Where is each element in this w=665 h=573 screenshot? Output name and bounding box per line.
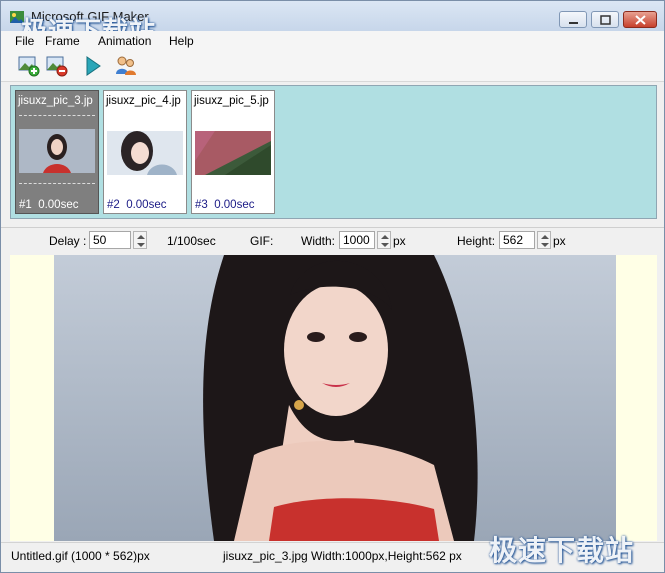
menu-frame[interactable]: Frame bbox=[45, 34, 80, 48]
menu-animation[interactable]: Animation bbox=[98, 34, 151, 48]
window-title: Microsoft GIF Maker bbox=[31, 9, 149, 24]
frame-divider bbox=[19, 115, 95, 116]
title-bar[interactable]: Microsoft GIF Maker 极速下载站 bbox=[1, 1, 664, 47]
status-bar: Untitled.gif (1000 * 562)px jisuxz_pic_3… bbox=[1, 542, 664, 572]
frame-thumbnail bbox=[107, 131, 183, 175]
frame-name: jisuxz_pic_3.jp bbox=[18, 95, 93, 107]
frame-divider bbox=[19, 183, 95, 184]
spinner-arrows-icon bbox=[137, 235, 145, 247]
frame-card-1[interactable]: jisuxz_pic_3.jp #1 0.00sec bbox=[15, 90, 99, 214]
delay-spinner[interactable] bbox=[133, 231, 147, 249]
minimize-button[interactable] bbox=[559, 11, 587, 28]
menu-help[interactable]: Help bbox=[169, 34, 194, 48]
width-label: Width: bbox=[301, 234, 336, 248]
spinner-arrows-icon bbox=[541, 235, 549, 247]
close-button[interactable] bbox=[623, 11, 657, 28]
add-frame-icon[interactable] bbox=[17, 54, 41, 78]
frame-name: jisuxz_pic_5.jp bbox=[194, 95, 269, 107]
frame-info: #3 0.00sec bbox=[195, 199, 255, 211]
status-file-info: Untitled.gif (1000 * 562)px bbox=[11, 549, 150, 563]
app-window: Microsoft GIF Maker 极速下载站 File Frame Ani… bbox=[0, 0, 665, 573]
frame-info: #1 0.00sec bbox=[19, 199, 79, 211]
menu-file[interactable]: File bbox=[15, 34, 34, 48]
frame-name: jisuxz_pic_4.jp bbox=[106, 95, 181, 107]
frame-card-2[interactable]: jisuxz_pic_4.jp #2 0.00sec bbox=[103, 90, 187, 214]
height-spinner[interactable] bbox=[537, 231, 551, 249]
frame-info: #2 0.00sec bbox=[107, 199, 167, 211]
preview-area bbox=[10, 255, 657, 541]
play-icon[interactable] bbox=[81, 54, 105, 78]
height-input[interactable] bbox=[499, 231, 535, 249]
app-icon bbox=[10, 11, 24, 23]
toolbar bbox=[1, 51, 664, 82]
width-input[interactable] bbox=[339, 231, 375, 249]
spinner-arrows-icon bbox=[381, 235, 389, 247]
maximize-icon bbox=[600, 15, 611, 25]
height-label: Height: bbox=[457, 234, 496, 248]
gif-label: GIF: bbox=[250, 234, 274, 248]
frame-settings-bar: Delay : 1/100sec GIF: Width: px Height: … bbox=[1, 227, 664, 254]
preview-image bbox=[54, 255, 616, 541]
frame-thumbnail bbox=[19, 129, 95, 173]
menu-bar: File Frame Animation Help bbox=[1, 31, 664, 51]
width-unit: px bbox=[393, 234, 406, 248]
delay-input[interactable] bbox=[89, 231, 131, 249]
maximize-button[interactable] bbox=[591, 11, 619, 28]
frame-card-3[interactable]: jisuxz_pic_5.jp #3 0.00sec bbox=[191, 90, 275, 214]
delay-unit: 1/100sec bbox=[167, 234, 216, 248]
remove-frame-icon[interactable] bbox=[45, 54, 69, 78]
height-unit: px bbox=[553, 234, 566, 248]
width-spinner[interactable] bbox=[377, 231, 391, 249]
status-frame-info: jisuxz_pic_3.jpg Width:1000px,Height:562… bbox=[223, 549, 462, 563]
users-icon[interactable] bbox=[114, 54, 138, 78]
delay-label: Delay : bbox=[49, 234, 87, 248]
frame-thumbnail bbox=[195, 131, 271, 175]
minimize-icon bbox=[569, 22, 578, 24]
close-icon bbox=[635, 15, 646, 25]
frames-strip: jisuxz_pic_3.jp #1 0.00sec jisuxz_pic_4.… bbox=[10, 85, 657, 219]
